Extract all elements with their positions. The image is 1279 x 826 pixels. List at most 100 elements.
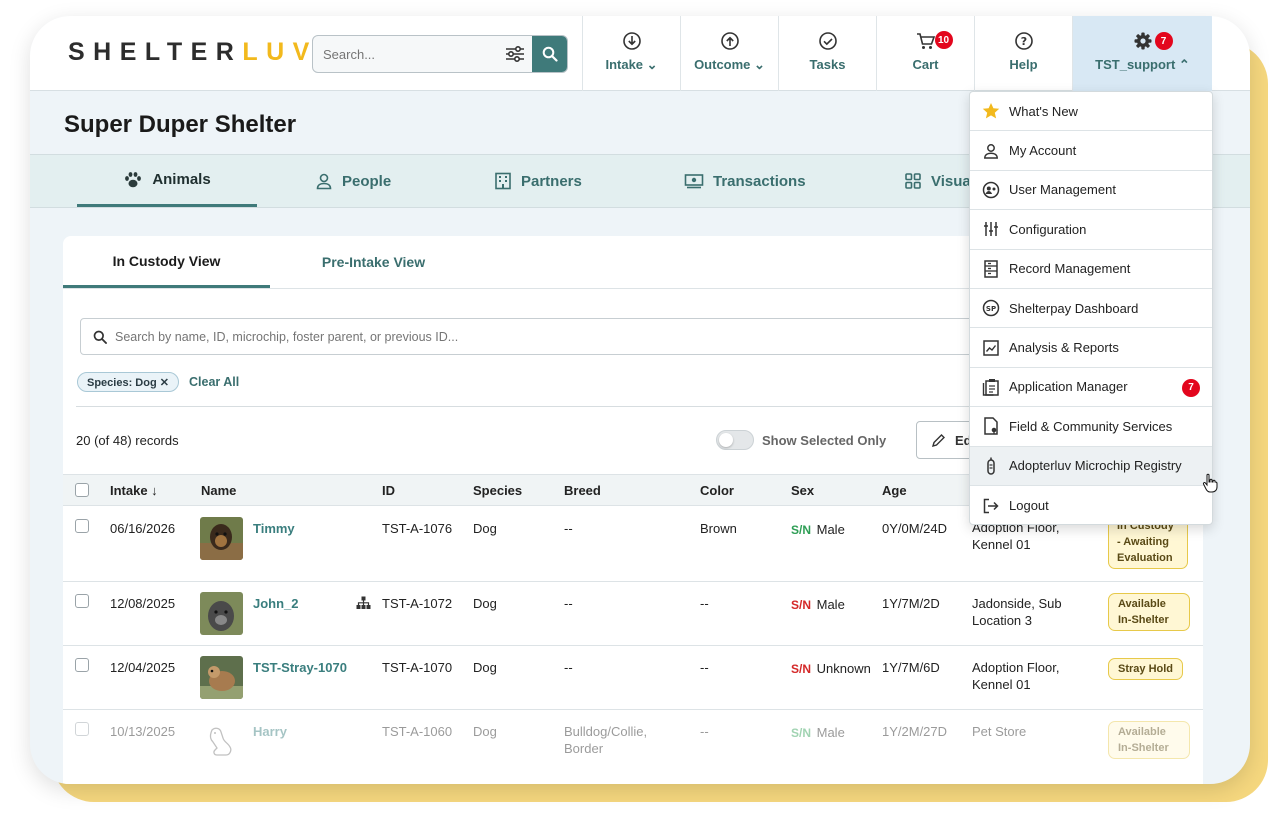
row-checkbox[interactable] bbox=[75, 658, 89, 672]
menu-item-label: Application Manager bbox=[1009, 379, 1128, 395]
clear-all-link[interactable]: Clear All bbox=[189, 375, 239, 389]
col-age[interactable]: Age bbox=[882, 483, 907, 498]
species-filter-chip[interactable]: Species: Dog ✕ bbox=[77, 372, 179, 392]
col-id[interactable]: ID bbox=[382, 483, 395, 498]
status-badge: Available In-Shelter bbox=[1108, 721, 1190, 759]
tab-label: People bbox=[342, 172, 392, 190]
sn-text: S/N bbox=[791, 662, 812, 676]
records-icon bbox=[982, 260, 1000, 278]
animal-photo[interactable] bbox=[200, 592, 243, 635]
sn-text: S/N bbox=[791, 523, 812, 537]
row-checkbox[interactable] bbox=[75, 722, 89, 736]
tab-people[interactable]: People bbox=[315, 155, 391, 207]
animal-photo[interactable] bbox=[200, 656, 243, 699]
header-search bbox=[312, 35, 568, 73]
age: 1Y/7M/6D bbox=[882, 660, 940, 675]
building-icon bbox=[495, 172, 511, 190]
intake-date: 12/08/2025 bbox=[110, 596, 176, 611]
tab-label: Partners bbox=[521, 172, 582, 190]
species: Dog bbox=[473, 660, 497, 675]
nav-label: Help bbox=[1009, 57, 1038, 72]
person-icon bbox=[982, 142, 1000, 160]
show-selected-toggle[interactable] bbox=[716, 430, 754, 450]
menu-item-my-account[interactable]: My Account bbox=[970, 131, 1212, 171]
color: Brown bbox=[700, 521, 737, 536]
animal-name-link[interactable]: Harry bbox=[253, 723, 287, 740]
animal-name-link[interactable]: TST-Stray-1070 bbox=[253, 659, 347, 676]
nav-outcome[interactable]: Outcome ⌄ bbox=[680, 16, 778, 91]
age: 1Y/2M/27D bbox=[882, 724, 948, 739]
animal-search-input[interactable] bbox=[115, 319, 1115, 354]
tab-in-custody-view[interactable]: In Custody View bbox=[63, 236, 270, 288]
tab-animals[interactable]: Animals bbox=[77, 155, 257, 207]
menu-item-whats-new[interactable]: What's New bbox=[970, 92, 1212, 132]
color: -- bbox=[700, 596, 709, 611]
animal-name-link[interactable]: John_2 bbox=[253, 595, 299, 612]
chart-icon bbox=[982, 339, 1000, 357]
col-breed[interactable]: Breed bbox=[564, 483, 601, 498]
notification-badge: 7 bbox=[1154, 32, 1173, 50]
nav-help[interactable]: ? Help bbox=[974, 16, 1072, 91]
search-button[interactable] bbox=[532, 36, 567, 72]
menu-item-user-management[interactable]: User Management bbox=[970, 171, 1212, 211]
family-tree-icon[interactable] bbox=[356, 596, 371, 610]
tab-pre-intake-view[interactable]: Pre-Intake View bbox=[270, 236, 477, 288]
menu-item-field-community-services[interactable]: Field & Community Services bbox=[970, 407, 1212, 447]
animal-photo[interactable] bbox=[200, 517, 243, 560]
nav-tasks[interactable]: Tasks bbox=[778, 16, 876, 91]
spay-neuter-check-icon: S/N bbox=[791, 522, 813, 539]
nav-intake[interactable]: Intake ⌄ bbox=[582, 16, 680, 91]
menu-item-adopterluv-microchip-registry[interactable]: Adopterluv Microchip Registry bbox=[970, 446, 1212, 486]
search-icon bbox=[542, 46, 558, 62]
dog-placeholder-icon bbox=[209, 727, 232, 756]
sex: S/N Male bbox=[791, 596, 845, 614]
cart-icon: 10 bbox=[915, 30, 953, 52]
table-row[interactable]: 12/08/2025 John_2 TST-A-1072 Dog -- -- S… bbox=[63, 582, 1203, 646]
table-row[interactable]: 12/04/2025 TST-Stray-1070 TST-A-1070 Dog… bbox=[63, 646, 1203, 710]
menu-item-configuration[interactable]: Configuration bbox=[970, 210, 1212, 250]
menu-item-logout[interactable]: Logout bbox=[970, 486, 1212, 525]
table-row[interactable]: 10/13/2025 Harry TST-A-1060 Dog Bulldog/… bbox=[63, 710, 1203, 784]
show-selected-label: Show Selected Only bbox=[762, 433, 887, 448]
tab-partners[interactable]: Partners bbox=[494, 155, 582, 207]
shelterluv-logo[interactable]: SHELTERLUV bbox=[68, 38, 318, 67]
animal-photo-placeholder[interactable] bbox=[200, 720, 243, 763]
menu-item-record-management[interactable]: Record Management bbox=[970, 250, 1212, 289]
header-search-input[interactable] bbox=[313, 36, 499, 72]
animal-id: TST-A-1076 bbox=[382, 521, 453, 536]
col-name[interactable]: Name bbox=[201, 483, 236, 498]
col-sex[interactable]: Sex bbox=[791, 483, 814, 498]
animal-name-link[interactable]: Timmy bbox=[253, 520, 295, 537]
animal-id: TST-A-1072 bbox=[382, 596, 453, 611]
sex: S/N Unknown bbox=[791, 660, 871, 678]
col-intake[interactable]: Intake ↓ bbox=[110, 483, 158, 498]
tab-visual[interactable]: Visual bbox=[904, 155, 975, 207]
record-count: 20 (of 48) records bbox=[76, 433, 179, 448]
nav-cart[interactable]: 10 Cart bbox=[876, 16, 974, 91]
menu-item-label: Logout bbox=[1009, 498, 1049, 514]
col-color[interactable]: Color bbox=[700, 483, 734, 498]
row-checkbox[interactable] bbox=[75, 594, 89, 608]
select-all-checkbox[interactable] bbox=[75, 483, 89, 497]
tasks-check-icon bbox=[818, 30, 838, 52]
menu-item-application-manager[interactable]: Application Manager 7 bbox=[970, 368, 1212, 408]
svg-text:?: ? bbox=[1020, 35, 1026, 48]
row-checkbox[interactable] bbox=[75, 519, 89, 533]
animal-id: TST-A-1060 bbox=[382, 724, 453, 739]
tab-label: Transactions bbox=[713, 172, 806, 190]
field-services-icon bbox=[982, 417, 1000, 436]
col-species[interactable]: Species bbox=[473, 483, 522, 498]
app-window: SHELTERLUV Intake ⌄ Outcome ⌄ Tasks 10 C bbox=[30, 16, 1250, 784]
cart-count-badge: 10 bbox=[934, 31, 953, 49]
color: -- bbox=[700, 724, 709, 739]
filter-sliders-icon[interactable] bbox=[503, 44, 527, 64]
nav-account-menu[interactable]: 7 TST_support ⌃ bbox=[1072, 16, 1212, 91]
menu-item-shelterpay-dashboard[interactable]: SP Shelterpay Dashboard bbox=[970, 289, 1212, 329]
sliders-icon bbox=[982, 220, 1000, 238]
shelterpay-glyph: SP bbox=[986, 305, 996, 313]
intake-date: 06/16/2026 bbox=[110, 521, 176, 536]
tab-transactions[interactable]: Transactions bbox=[684, 155, 806, 207]
species: Dog bbox=[473, 724, 497, 739]
paw-icon bbox=[125, 171, 142, 187]
menu-item-analysis-reports[interactable]: Analysis & Reports bbox=[970, 328, 1212, 368]
